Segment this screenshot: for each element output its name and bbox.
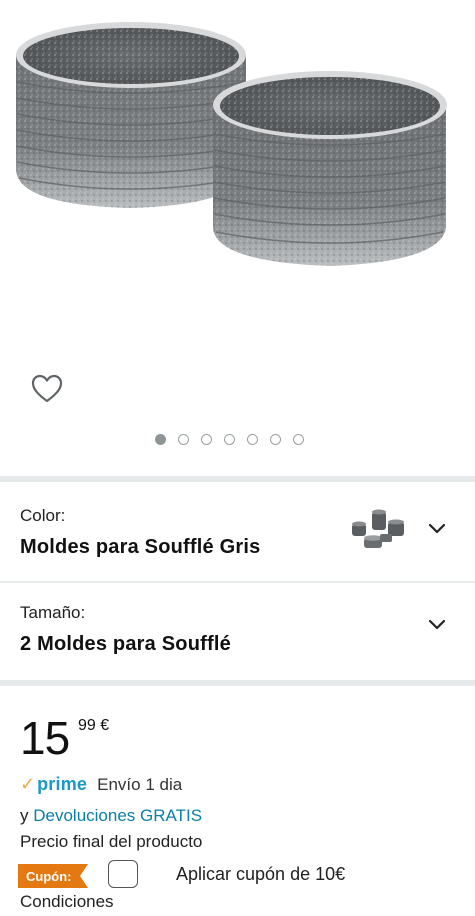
product-photo [16,22,447,266]
section-divider [0,680,475,686]
gallery-dot[interactable] [247,434,258,445]
gallery-dot[interactable] [293,434,304,445]
color-selector[interactable]: Color: Moldes para Soufflé Gris [0,482,475,580]
delivery-text: Envío 1 dia [97,774,183,794]
returns-prefix: y [20,806,34,825]
color-value: Moldes para Soufflé Gris [20,536,261,558]
chevron-down-icon [428,523,446,534]
right-bowl [213,71,447,266]
prime-check-icon: ✓ [20,774,36,794]
free-returns-link[interactable]: Devoluciones GRATIS [33,806,202,825]
gallery-dot[interactable] [270,434,281,445]
price: 15 99 € [20,711,109,765]
gallery-dot[interactable] [178,434,189,445]
chevron-down-icon [428,619,446,630]
gallery-dot[interactable] [224,434,235,445]
size-value: 2 Moldes para Soufflé [20,633,231,655]
color-label: Color: [20,506,66,525]
coupon-checkbox[interactable] [108,860,138,888]
color-swatch-thumbnail [352,509,404,548]
coupon-conditions-link[interactable]: Condiciones [20,892,114,912]
coupon-badge: Cupón: [18,864,88,888]
coupon-badge-text: Cupón: [26,869,71,884]
heart-outline-icon[interactable] [30,372,64,406]
product-image-gallery[interactable] [0,0,475,470]
final-price-note: Precio final del producto [20,832,203,851]
size-selector[interactable]: Tamaño: 2 Moldes para Soufflé [0,583,475,679]
gallery-pagination[interactable] [155,434,304,445]
prime-logo: prime [37,774,88,794]
size-label: Tamaño: [20,603,86,622]
gallery-dot[interactable] [201,434,212,445]
price-whole: 15 [20,712,70,764]
price-fraction: 99 € [78,717,110,734]
coupon-apply-text[interactable]: Aplicar cupón de 10€ [176,864,345,885]
gallery-dot[interactable] [155,434,166,445]
returns-line: y Devoluciones GRATIS [20,806,202,826]
left-bowl [16,22,246,208]
prime-delivery: ✓ prime Envío 1 dia [20,774,182,795]
